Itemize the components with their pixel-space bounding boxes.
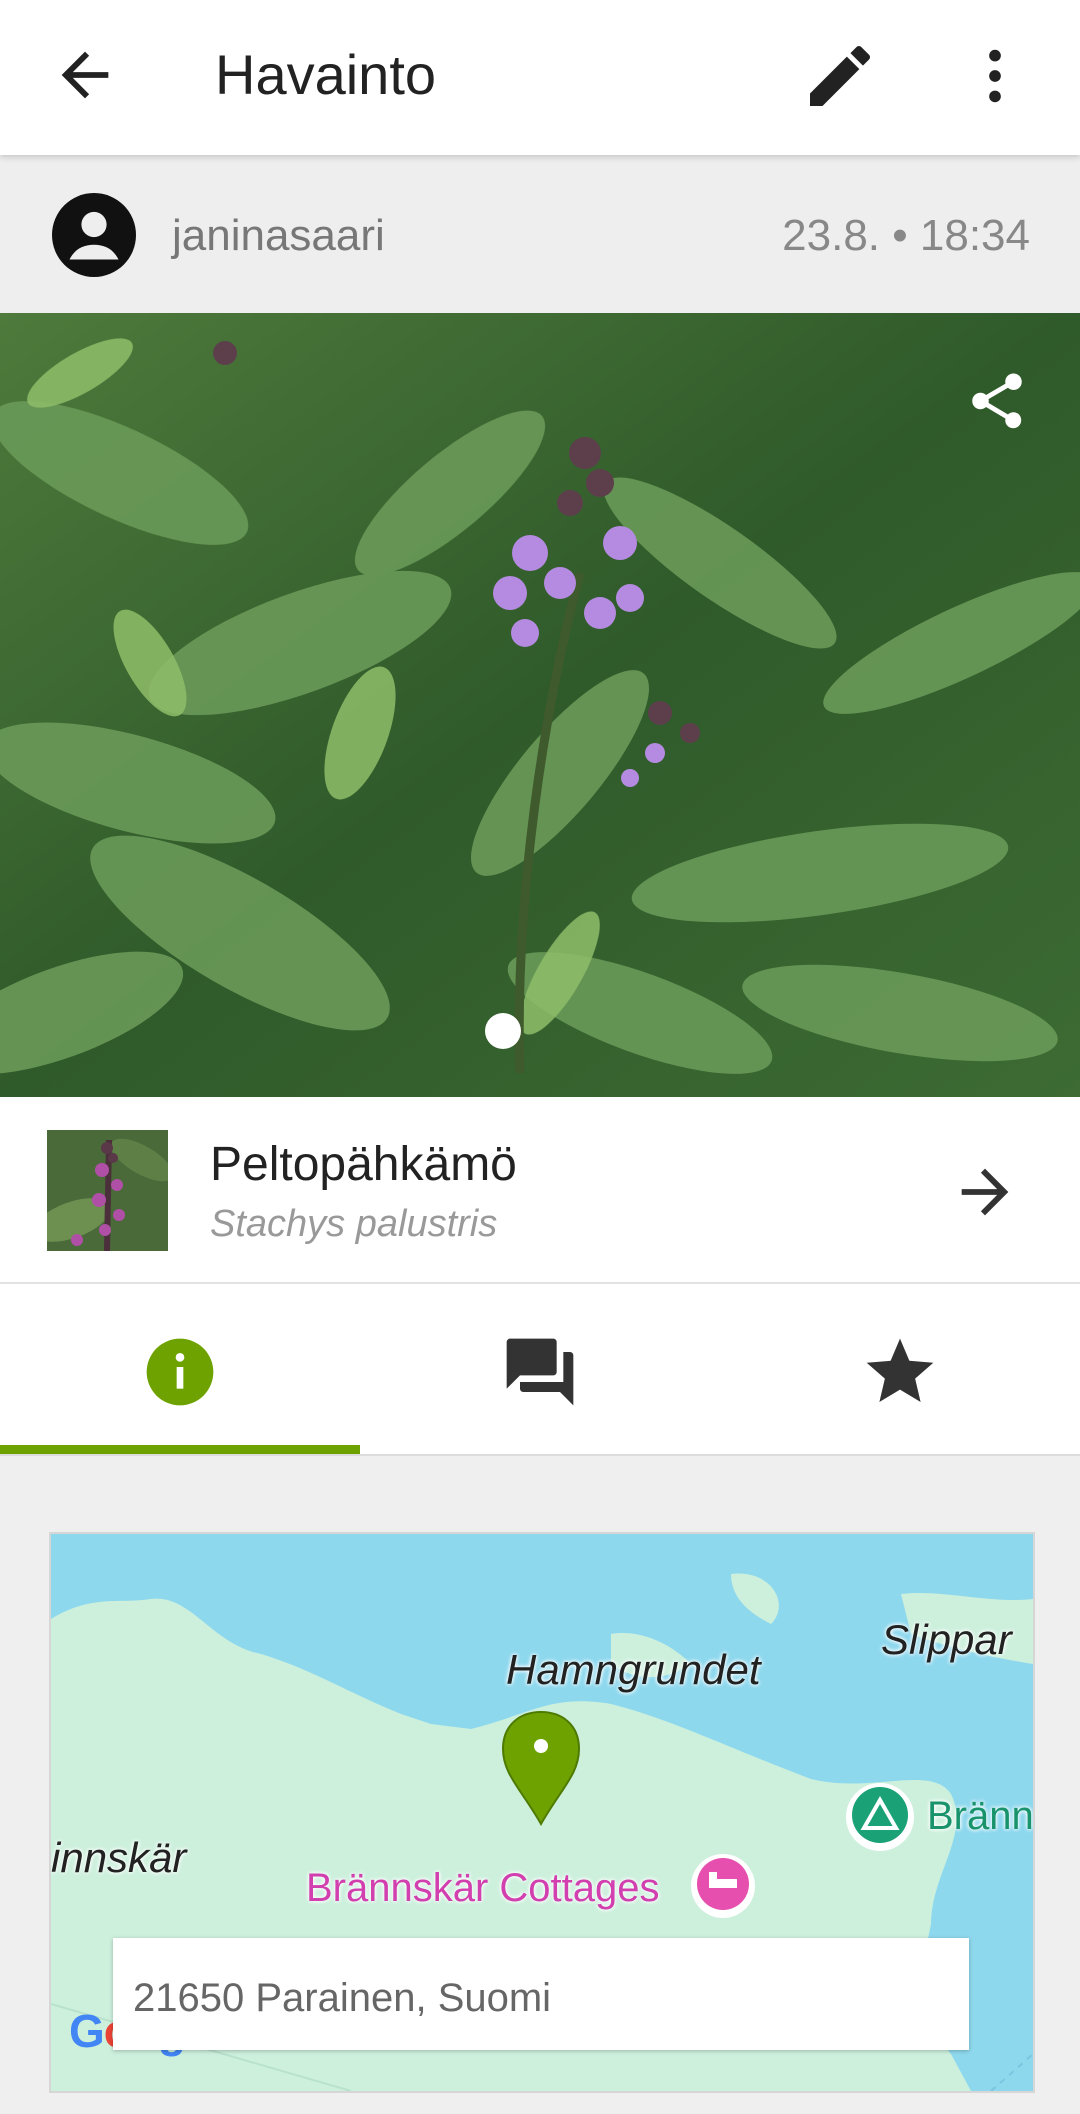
username: janinasaari [172,211,385,260]
map-label-brann: Bränn [927,1794,1034,1838]
address-text: 21650 Parainen, Suomi [133,1976,552,2020]
species-common-name: Peltopähkämö [210,1138,517,1191]
tab-favorite[interactable] [720,1284,1080,1454]
active-tab-indicator [0,1445,360,1454]
star-icon [866,1338,934,1402]
campsite-poi-icon [846,1783,914,1851]
species-row[interactable]: Peltopähkämö Stachys palustris [0,1097,1080,1284]
observation-datetime: 23.8. • 18:34 [782,211,1030,260]
more-vert-icon[interactable] [960,36,1030,116]
tab-info[interactable] [0,1284,360,1454]
hotel-poi-icon [691,1854,755,1918]
chat-icon [506,1338,574,1406]
map-label-hamngrundet: Hamngrundet [506,1646,761,1693]
map-label-innskar: innskär [51,1834,187,1881]
observation-photo[interactable] [0,313,1080,1097]
tab-comments[interactable] [360,1284,720,1454]
tab-bar [0,1284,1080,1456]
page-title: Havainto [215,43,437,106]
info-icon [146,1338,214,1406]
map-label-slippar: Slippar [881,1616,1012,1663]
observer-row[interactable]: janinasaari 23.8. • 18:34 [0,155,1080,313]
back-arrow-icon[interactable] [50,40,120,110]
address-card: 21650 Parainen, Suomi [113,1938,969,2050]
page-indicator-dot [485,1013,521,1049]
account-circle-icon [52,193,136,277]
location-map[interactable]: Hamngrundet Slippar innskär Brännskär Co… [49,1532,1035,2093]
arrow-forward-icon[interactable] [950,1157,1020,1227]
species-thumbnail [47,1130,168,1251]
plant-photo-image [0,313,1080,1097]
species-scientific-name: Stachys palustris [210,1203,498,1245]
app-bar: Havainto [0,0,1080,155]
share-icon[interactable] [964,365,1030,437]
pencil-icon[interactable] [800,36,880,116]
map-label-brannskar-cottages: Brännskär Cottages [306,1866,660,1910]
